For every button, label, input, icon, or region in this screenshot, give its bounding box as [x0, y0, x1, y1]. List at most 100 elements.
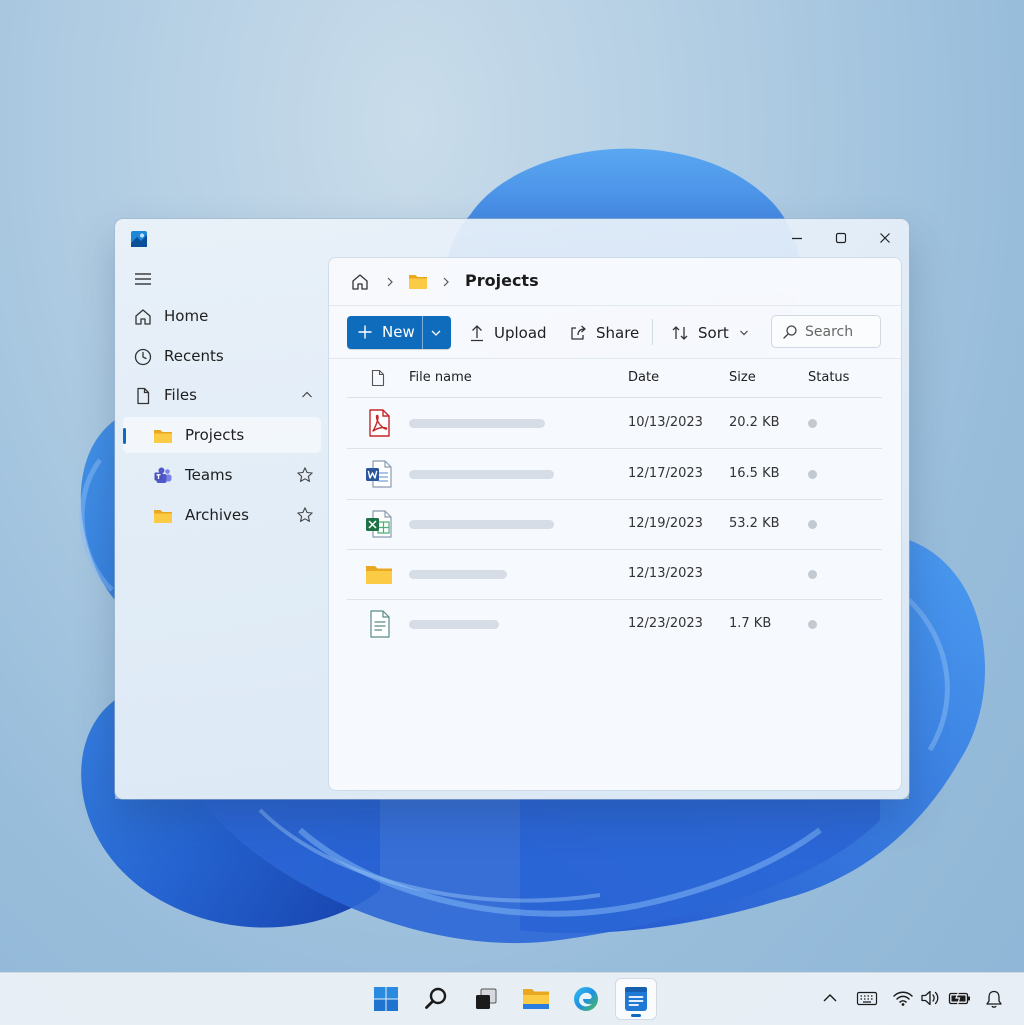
breadcrumb: Projects — [329, 258, 901, 306]
sidebar-item-projects[interactable]: Projects — [123, 417, 321, 453]
task-view-icon — [476, 988, 497, 1009]
search-icon — [425, 987, 447, 1009]
status-dot — [808, 520, 817, 529]
file-size: 20.2 KB — [729, 415, 780, 430]
file-date: 12/23/2023 — [628, 616, 703, 631]
edge-icon — [574, 987, 598, 1011]
upload-button[interactable]: Upload — [469, 316, 547, 349]
sidebar-item-label: Teams — [185, 466, 233, 484]
minimize-icon — [792, 237, 802, 240]
sidebar-item-label: Files — [164, 386, 197, 404]
search-box[interactable] — [772, 316, 880, 347]
keyboard-icon[interactable] — [856, 989, 878, 1007]
sort-label: Sort — [698, 323, 729, 342]
sidebar-item-label: Archives — [185, 506, 249, 524]
folder-icon[interactable] — [408, 273, 428, 291]
excel-file-icon — [366, 510, 392, 538]
task-view-button[interactable] — [466, 979, 506, 1019]
folder-icon — [154, 510, 172, 523]
file-size: 1.7 KB — [729, 616, 772, 631]
hamburger-menu-icon[interactable] — [132, 270, 154, 288]
search-icon — [783, 325, 797, 339]
file-name-placeholder — [409, 520, 554, 529]
upload-icon — [471, 324, 483, 341]
battery-icon[interactable] — [948, 989, 972, 1007]
file-type-column-icon[interactable] — [371, 369, 385, 387]
sort-icon — [672, 325, 688, 340]
active-app-indicator — [631, 1014, 641, 1017]
taskbar-search-button[interactable] — [416, 979, 456, 1019]
star-icon[interactable] — [296, 506, 314, 524]
file-date: 10/13/2023 — [628, 415, 703, 430]
column-header-size[interactable]: Size — [729, 370, 756, 385]
star-icon[interactable] — [296, 466, 314, 484]
share-icon — [571, 325, 586, 340]
sidebar-item-teams[interactable]: Teams — [123, 457, 321, 493]
table-row[interactable]: 12/23/2023 1.7 KB — [347, 599, 882, 649]
chevron-up-icon[interactable] — [821, 989, 839, 1007]
file-date: 12/13/2023 — [628, 566, 703, 581]
edge-button[interactable] — [566, 979, 606, 1019]
status-dot — [808, 570, 817, 579]
minimize-button[interactable] — [775, 225, 819, 251]
start-icon — [374, 987, 398, 1011]
word-file-icon — [366, 460, 392, 488]
sidebar-item-archives[interactable]: Archives — [123, 497, 321, 533]
title-bar[interactable] — [115, 219, 909, 257]
sidebar-item-recents[interactable]: Recents — [123, 338, 321, 374]
volume-icon[interactable] — [920, 989, 942, 1007]
start-button[interactable] — [366, 979, 406, 1019]
close-button[interactable] — [863, 225, 907, 251]
sort-button[interactable]: Sort — [671, 316, 749, 349]
chevron-down-icon — [739, 330, 748, 335]
taskbar — [0, 972, 1024, 1025]
table-row[interactable]: 12/13/2023 — [347, 549, 882, 600]
sidebar-item-label: Home — [164, 307, 209, 325]
clock-icon — [134, 348, 152, 366]
status-dot — [808, 470, 817, 479]
pdf-file-icon — [369, 409, 390, 437]
close-icon — [880, 233, 890, 243]
file-size: 53.2 KB — [729, 516, 780, 531]
notepad-icon — [625, 987, 647, 1011]
wifi-icon[interactable] — [892, 989, 914, 1007]
file-explorer-button[interactable] — [516, 979, 556, 1019]
file-size: 16.5 KB — [729, 466, 780, 481]
home-icon[interactable] — [350, 272, 370, 292]
sidebar-item-label: Recents — [164, 347, 224, 365]
sidebar-item-label: Projects — [185, 426, 245, 444]
table-row[interactable]: 12/17/2023 16.5 KB — [347, 449, 882, 500]
new-button-label: New — [382, 323, 415, 341]
table-row[interactable]: 12/19/2023 53.2 KB — [347, 499, 882, 550]
split-divider — [422, 316, 423, 349]
share-button[interactable]: Share — [569, 316, 639, 349]
chevron-up-icon[interactable] — [301, 390, 313, 400]
file-explorer-window: Home Recents Files Projects Teams Archiv… — [115, 219, 909, 799]
column-header-date[interactable]: Date — [628, 370, 659, 385]
home-icon — [135, 309, 151, 325]
sidebar-item-home[interactable]: Home — [123, 298, 321, 334]
app-icon — [131, 231, 147, 247]
file-name-placeholder — [409, 570, 507, 579]
notepad-button[interactable] — [616, 979, 656, 1019]
chevron-down-icon[interactable] — [430, 328, 442, 338]
upload-label: Upload — [494, 323, 547, 342]
folder-icon — [154, 430, 172, 443]
status-dot — [808, 419, 817, 428]
sidebar-item-files[interactable]: Files — [123, 377, 321, 413]
content-pane: Projects New Upload Share Sort Search Fi… — [329, 258, 901, 790]
folder-icon — [366, 566, 392, 584]
search-input[interactable] — [803, 321, 879, 343]
chevron-right-icon — [443, 277, 449, 287]
bell-icon[interactable] — [984, 989, 1004, 1009]
file-name-placeholder — [409, 620, 499, 629]
document-icon — [137, 387, 150, 405]
breadcrumb-current[interactable]: Projects — [465, 271, 539, 290]
new-button[interactable]: New — [347, 316, 451, 349]
maximize-button[interactable] — [819, 225, 863, 251]
column-header-name[interactable]: File name — [409, 370, 472, 385]
column-header-status[interactable]: Status — [808, 370, 849, 385]
table-row[interactable]: 10/13/2023 20.2 KB — [347, 398, 882, 449]
toolbar-separator — [652, 319, 653, 345]
file-name-placeholder — [409, 470, 554, 479]
